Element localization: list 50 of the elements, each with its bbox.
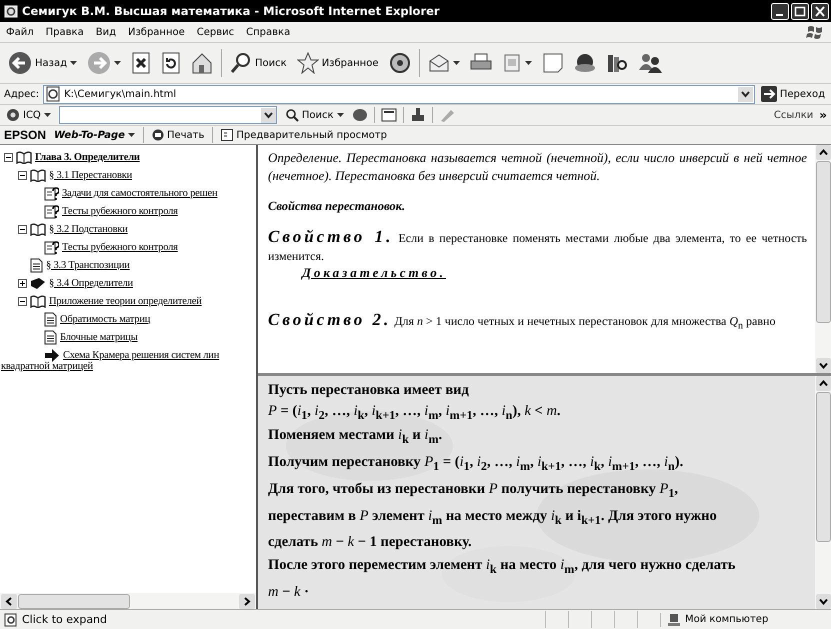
- tree-link[interactable]: Задачи для самостоятельного решен: [62, 188, 218, 198]
- search-button[interactable]: Поиск: [228, 50, 289, 76]
- brand-label: EPSON: [4, 128, 46, 142]
- status-text: Click to expand: [22, 613, 108, 626]
- print-button[interactable]: Печать: [150, 129, 206, 141]
- preview-button[interactable]: Предварительный просмотр: [219, 129, 389, 141]
- menu-item[interactable]: Файл: [6, 26, 34, 38]
- zone-text: Мой компьютер: [685, 614, 768, 625]
- menu-item[interactable]: Вид: [96, 26, 116, 38]
- tree-link[interactable]: Приложение теории определителей: [49, 296, 202, 306]
- proof-text: сделать m − k − 1 перестановку.: [268, 533, 473, 552]
- window-title: Семигук В.М. Высшая математика - Microsoft Internet Explorer: [22, 4, 440, 18]
- proof-text: P = (i$_{1}$, i$_{2}$, …, i$_{k}$, i$_{k+1}$, …, i$_{m}$, i$_{m+1}$, …, i$_{n}$), k < m.: [268, 402, 562, 424]
- address-label: Адрес:: [4, 88, 40, 100]
- back-button[interactable]: Назад: [6, 49, 80, 77]
- proof-link[interactable]: Доказательство.: [302, 265, 446, 280]
- proof-text: Пусть перестановка имеет вид: [268, 381, 470, 400]
- tree-link[interactable]: § 3.4 Определители: [49, 278, 133, 288]
- proof-text: После этого переместим элемент i$_{k}$ на место i$_{m}$, для чего нужно сделать: [268, 556, 736, 578]
- proof-text: Получим перестановку P$_{1}$ = (i$_{1}$, i$_{2}$, …, i$_{m}$, i$_{k+1}$, …, i$_{k}$, i$_{m+1}$, …, i$_{n}$).: [268, 452, 684, 475]
- tree-link[interactable]: § 3.1 Перестановки: [49, 170, 132, 180]
- search-button[interactable]: Поиск: [282, 108, 346, 122]
- icq-button[interactable]: ICQ: [4, 108, 53, 122]
- property-text: Свойство 1. Если в перестановке поменять местами любые два элемента, то ее четность изменится.: [268, 228, 807, 265]
- property-text: Свойство 2. Для n > 1 число четных и нечетных перестановок для множества Q$_{n}$ равно: [268, 311, 776, 334]
- tree-link[interactable]: Тесты рубежного контроля: [62, 242, 178, 252]
- links-label[interactable]: Ссылки: [774, 110, 814, 120]
- menu-item[interactable]: Избранное: [128, 26, 185, 38]
- tree-link[interactable]: Глава 3. Определители: [35, 152, 140, 162]
- menu-item[interactable]: Сервис: [196, 26, 234, 38]
- go-button[interactable]: Переход: [758, 86, 827, 102]
- tree-link[interactable]: Схема Крамера решения систем лин: [63, 350, 220, 360]
- proof-text: m − k ·: [268, 583, 310, 602]
- address-field[interactable]: K:\Семигук\main.html: [43, 84, 755, 104]
- tree-link[interactable]: Тесты рубежного контроля: [62, 206, 178, 216]
- definition-text: Определение. Перестановка называется четной (нечетной), если число инверсий в ней четное (нечетное). Перестановка без инверсий считается четной.: [268, 149, 807, 185]
- tree-link[interactable]: Обратимость матриц: [60, 314, 150, 324]
- tree-link[interactable]: § 3.2 Подстановки: [49, 224, 128, 234]
- tree-link[interactable]: Блочные матрицы: [60, 332, 138, 342]
- favorites-button[interactable]: Избранное: [294, 50, 380, 76]
- web-to-page-button[interactable]: Web-To-Page: [52, 130, 137, 140]
- proof-text: переставим в P элемент i$_{m}$ на место между i$_{k}$ и i$_{k+1}$. Для этого нужно: [268, 506, 718, 528]
- section-heading: Свойства перестановок.: [268, 199, 406, 214]
- menu-item[interactable]: Справка: [246, 26, 290, 38]
- tree-link[interactable]: § 3.3 Транспозиции: [46, 260, 130, 270]
- proof-text: Поменяем местами i$_{k}$ и i$_{m}$.: [268, 426, 444, 448]
- menu-item[interactable]: Правка: [46, 26, 84, 38]
- proof-text: Для того, чтобы из перестановки P получить перестановку P$_{1}$,: [268, 480, 680, 502]
- tree-link[interactable]: квадратной матрицей: [1, 361, 93, 372]
- chevron-icon[interactable]: »: [819, 108, 827, 122]
